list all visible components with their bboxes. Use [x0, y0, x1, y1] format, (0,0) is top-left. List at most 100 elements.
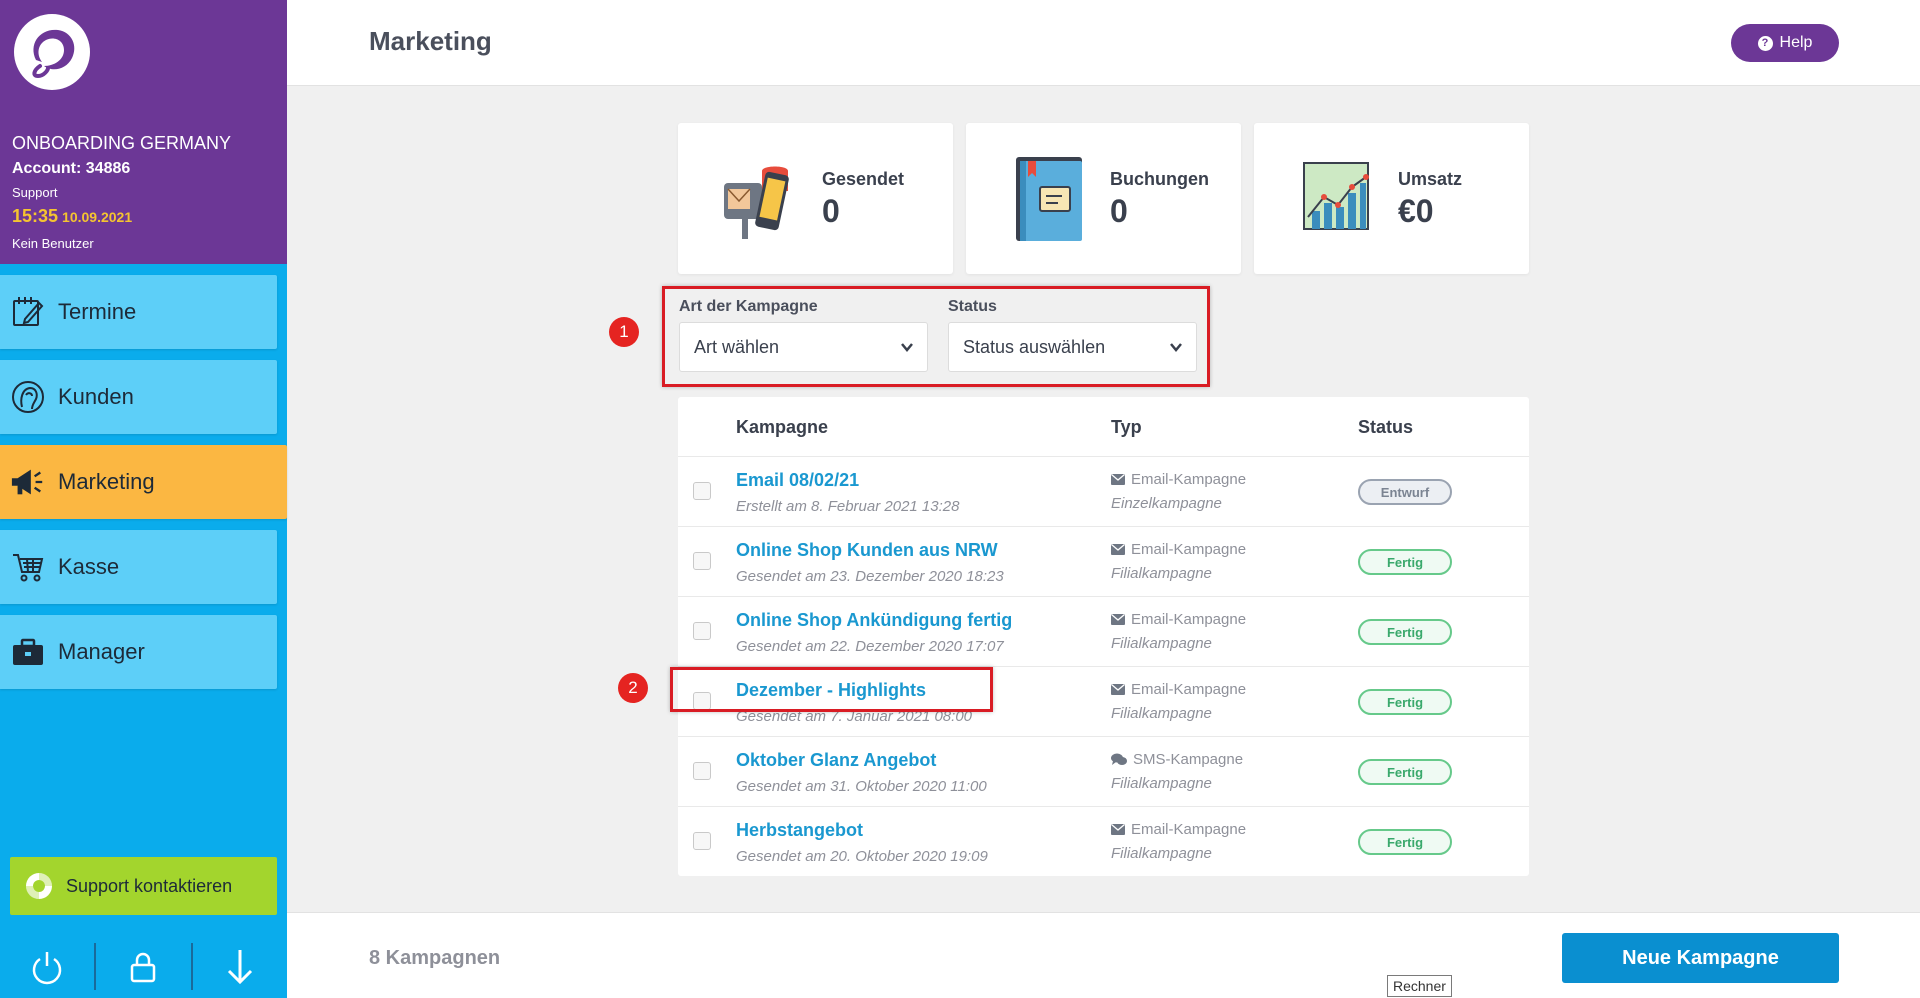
app-logo-icon[interactable]	[14, 14, 90, 90]
help-button[interactable]: ? Help	[1731, 24, 1839, 62]
campaign-count: 8 Kampagnen	[369, 947, 501, 969]
calculator-tooltip: Rechner	[1387, 975, 1452, 997]
campaign-date: Gesendet am 31. Oktober 2020 11:00	[736, 778, 987, 795]
stat-value: 0	[822, 193, 840, 229]
table-row[interactable]: Online Shop Kunden aus NRW Gesendet am 2…	[678, 526, 1529, 596]
table-row[interactable]: Email 08/02/21 Erstellt am 8. Februar 20…	[678, 456, 1529, 526]
lifebuoy-icon	[24, 871, 54, 901]
column-header-status: Status	[1358, 417, 1414, 437]
nav-item-manager[interactable]: Manager	[0, 615, 277, 689]
campaign-date: Gesendet am 22. Dezember 2020 17:07	[736, 638, 1004, 655]
annotation-box-filters	[662, 286, 1210, 387]
status-badge: Fertig	[1358, 759, 1452, 785]
revenue-chart-icon	[1303, 162, 1369, 230]
nav-item-kunden[interactable]: Kunden	[0, 360, 277, 434]
nav-item-termine[interactable]: Termine	[0, 275, 277, 349]
calendar-edit-icon	[10, 294, 46, 330]
stat-label: Buchungen	[1110, 169, 1209, 189]
envelope-icon	[1111, 614, 1125, 625]
envelope-icon	[1111, 684, 1125, 695]
campaign-type: SMS-Kampagne	[1111, 751, 1243, 768]
clock-time: 15:35	[12, 206, 59, 226]
campaign-name-link[interactable]: Oktober Glanz Angebot	[736, 750, 936, 771]
campaign-type: Email-Kampagne	[1111, 471, 1246, 488]
campaign-type-text: Email-Kampagne	[1131, 611, 1247, 628]
account-number: Account: 34886	[12, 160, 131, 177]
campaign-name-link[interactable]: Herbstangebot	[736, 820, 863, 841]
stat-card-bookings: Buchungen 0	[966, 123, 1241, 274]
support-label: Support kontaktieren	[66, 875, 233, 896]
status-badge: Fertig	[1358, 549, 1452, 575]
nav-item-marketing[interactable]: Marketing	[0, 445, 287, 519]
column-header-campaign: Kampagne	[736, 417, 829, 437]
nav-label: Kasse	[58, 554, 120, 579]
campaign-scope: Filialkampagne	[1111, 845, 1212, 862]
chat-bubbles-icon	[1111, 753, 1127, 765]
new-campaign-button[interactable]: Neue Kampagne	[1562, 933, 1839, 983]
power-button[interactable]	[0, 943, 97, 990]
campaign-date: Erstellt am 8. Februar 2021 13:28	[736, 498, 960, 515]
customer-head-icon	[10, 379, 46, 415]
campaign-date: Gesendet am 20. Oktober 2020 19:09	[736, 848, 988, 865]
envelope-icon	[1111, 544, 1125, 555]
stat-card-sent: Gesendet 0	[678, 123, 953, 274]
nav-label: Kunden	[58, 384, 134, 409]
campaign-table: Kampagne Typ Status Email 08/02/21 Erste…	[678, 397, 1529, 876]
campaign-type: Email-Kampagne	[1111, 821, 1246, 838]
status-badge: Fertig	[1358, 689, 1452, 715]
booking-book-icon	[1016, 157, 1082, 241]
support-contact-button[interactable]: Support kontaktieren	[10, 857, 277, 915]
table-row[interactable]: Online Shop Ankündigung fertig Gesendet …	[678, 596, 1529, 666]
status-badge: Entwurf	[1358, 479, 1452, 505]
envelope-icon	[1111, 474, 1125, 485]
table-row[interactable]: Oktober Glanz Angebot Gesendet am 31. Ok…	[678, 736, 1529, 806]
stat-label: Umsatz	[1398, 169, 1463, 189]
row-checkbox[interactable]	[693, 622, 711, 640]
row-checkbox[interactable]	[693, 482, 711, 500]
nav-label: Marketing	[58, 469, 155, 494]
campaign-name-link[interactable]: Online Shop Ankündigung fertig	[736, 610, 1012, 631]
nav-item-kasse[interactable]: Kasse	[0, 530, 277, 604]
question-icon: ?	[1757, 35, 1773, 51]
status-badge: Fertig	[1358, 619, 1452, 645]
sidebar-toolbar	[0, 935, 287, 998]
row-checkbox[interactable]	[693, 832, 711, 850]
campaign-type-text: Email-Kampagne	[1131, 681, 1247, 698]
help-label: Help	[1779, 34, 1813, 51]
stat-card-revenue: Umsatz €0	[1254, 123, 1529, 274]
sidebar: ONBOARDING GERMANY Account: 34886 Suppor…	[0, 0, 287, 998]
campaign-type: Email-Kampagne	[1111, 681, 1246, 698]
lock-icon	[131, 952, 156, 982]
campaign-name-link[interactable]: Email 08/02/21	[736, 470, 859, 491]
campaign-type-text: Email-Kampagne	[1131, 541, 1247, 558]
scroll-down-button[interactable]	[193, 943, 287, 990]
account-panel: ONBOARDING GERMANY Account: 34886 Suppor…	[0, 0, 287, 264]
page-header: Marketing ? Help	[287, 0, 1920, 86]
campaign-type: Email-Kampagne	[1111, 541, 1246, 558]
campaign-type-text: Email-Kampagne	[1131, 471, 1247, 488]
row-checkbox[interactable]	[693, 552, 711, 570]
campaign-scope: Filialkampagne	[1111, 565, 1212, 582]
annotation-badge-1: 1	[609, 317, 639, 347]
table-row[interactable]: Herbstangebot Gesendet am 20. Oktober 20…	[678, 806, 1529, 876]
page-footer: 8 Kampagnen Neue Kampagne	[287, 912, 1920, 998]
mailbox-phone-icon	[724, 166, 789, 239]
row-checkbox[interactable]	[693, 762, 711, 780]
page-title: Marketing	[369, 26, 492, 56]
annotation-box-row	[670, 667, 993, 712]
nav-label: Termine	[58, 299, 137, 324]
campaign-type-text: Email-Kampagne	[1131, 821, 1247, 838]
campaign-scope: Filialkampagne	[1111, 705, 1212, 722]
account-role: Support	[12, 185, 58, 200]
column-header-type: Typ	[1111, 417, 1142, 437]
campaign-scope: Filialkampagne	[1111, 635, 1212, 652]
briefcase-icon	[10, 634, 46, 670]
campaign-type: Email-Kampagne	[1111, 611, 1246, 628]
account-name: ONBOARDING GERMANY	[12, 133, 232, 153]
current-user: Kein Benutzer	[12, 236, 94, 251]
campaign-name-link[interactable]: Online Shop Kunden aus NRW	[736, 540, 998, 561]
campaign-scope: Einzelkampagne	[1111, 495, 1222, 512]
stat-value: €0	[1398, 193, 1434, 229]
arrow-down-icon	[227, 949, 252, 984]
lock-button[interactable]	[96, 943, 193, 990]
